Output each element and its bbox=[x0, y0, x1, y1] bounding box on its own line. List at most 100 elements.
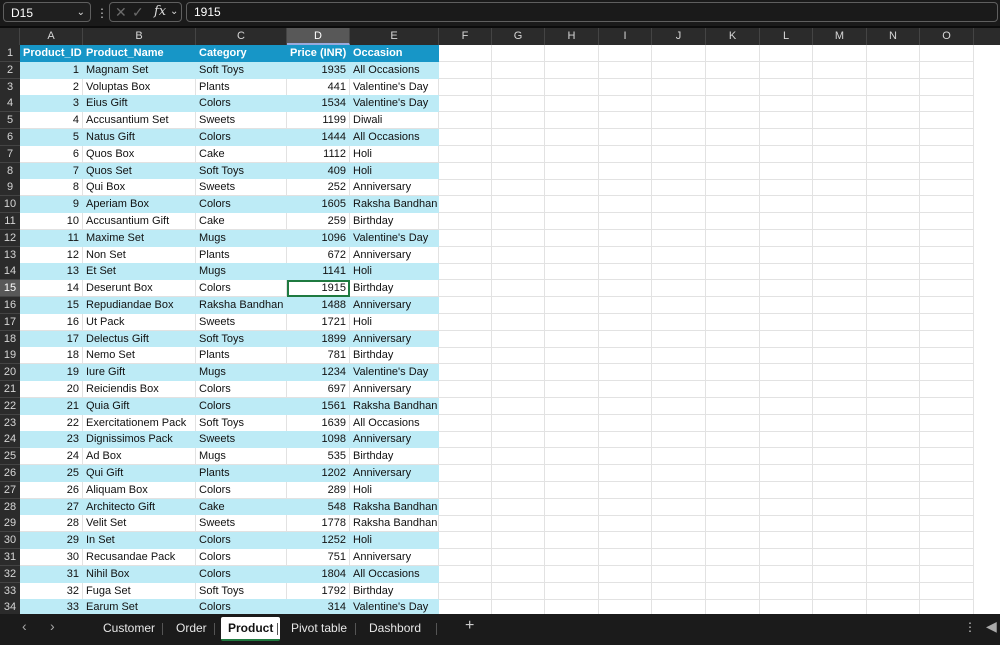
empty-cell[interactable] bbox=[545, 45, 599, 62]
empty-cell[interactable] bbox=[439, 381, 492, 398]
empty-cell[interactable] bbox=[706, 364, 760, 382]
table-cell[interactable]: 16 bbox=[20, 313, 83, 331]
empty-cell[interactable] bbox=[920, 229, 974, 247]
empty-cell[interactable] bbox=[652, 280, 706, 298]
empty-cell[interactable] bbox=[706, 129, 760, 146]
empty-cell[interactable] bbox=[706, 448, 760, 466]
table-cell[interactable]: Ad Box bbox=[83, 448, 196, 466]
table-cell[interactable]: Anniversary bbox=[350, 431, 439, 449]
empty-cell[interactable] bbox=[439, 145, 492, 163]
empty-cell[interactable] bbox=[867, 297, 920, 314]
empty-cell[interactable] bbox=[652, 179, 706, 197]
empty-cell[interactable] bbox=[920, 347, 974, 365]
empty-cell[interactable] bbox=[867, 280, 920, 298]
empty-cell[interactable] bbox=[706, 45, 760, 62]
table-cell[interactable]: 20 bbox=[20, 381, 83, 398]
empty-cell[interactable] bbox=[652, 364, 706, 382]
empty-cell[interactable] bbox=[492, 313, 545, 331]
table-cell[interactable]: Raksha Bandhan bbox=[350, 498, 439, 516]
table-cell[interactable]: 17 bbox=[20, 330, 83, 348]
column-header[interactable]: C bbox=[196, 28, 287, 45]
table-cell[interactable]: 21 bbox=[20, 397, 83, 415]
empty-cell[interactable] bbox=[652, 565, 706, 583]
table-cell[interactable]: Soft Toys bbox=[196, 162, 287, 180]
empty-cell[interactable] bbox=[867, 45, 920, 62]
row-header[interactable]: 6 bbox=[0, 129, 20, 146]
table-cell[interactable]: Anniversary bbox=[350, 179, 439, 197]
table-cell[interactable]: 548 bbox=[287, 498, 350, 516]
table-cell[interactable]: Et Set bbox=[83, 263, 196, 281]
table-cell[interactable]: Valentine's Day bbox=[350, 229, 439, 247]
empty-cell[interactable] bbox=[492, 448, 545, 466]
table-cell[interactable]: 1444 bbox=[287, 129, 350, 146]
table-cell[interactable]: 1639 bbox=[287, 414, 350, 432]
empty-cell[interactable] bbox=[920, 213, 974, 230]
table-cell[interactable]: Nihil Box bbox=[83, 565, 196, 583]
empty-cell[interactable] bbox=[867, 565, 920, 583]
row-header[interactable]: 29 bbox=[0, 515, 20, 533]
table-cell[interactable]: 3 bbox=[20, 95, 83, 113]
empty-cell[interactable] bbox=[492, 364, 545, 382]
empty-cell[interactable] bbox=[920, 61, 974, 79]
empty-cell[interactable] bbox=[599, 364, 652, 382]
empty-cell[interactable] bbox=[439, 95, 492, 113]
table-cell[interactable]: Holi bbox=[350, 313, 439, 331]
empty-cell[interactable] bbox=[813, 78, 867, 96]
empty-cell[interactable] bbox=[706, 297, 760, 314]
column-header[interactable]: F bbox=[439, 28, 492, 45]
table-cell[interactable]: Birthday bbox=[350, 213, 439, 230]
empty-cell[interactable] bbox=[867, 78, 920, 96]
table-cell[interactable]: Repudiandae Box bbox=[83, 297, 196, 314]
row-header[interactable]: 4 bbox=[0, 95, 20, 113]
empty-cell[interactable] bbox=[492, 45, 545, 62]
empty-cell[interactable] bbox=[439, 313, 492, 331]
row-header[interactable]: 8 bbox=[0, 162, 20, 180]
empty-cell[interactable] bbox=[813, 280, 867, 298]
table-cell[interactable]: Architecto Gift bbox=[83, 498, 196, 516]
row-header[interactable]: 10 bbox=[0, 196, 20, 214]
table-cell[interactable]: 1096 bbox=[287, 229, 350, 247]
add-sheet-icon[interactable]: + bbox=[465, 617, 474, 635]
table-cell[interactable]: 1605 bbox=[287, 196, 350, 214]
empty-cell[interactable] bbox=[545, 549, 599, 566]
empty-cell[interactable] bbox=[599, 280, 652, 298]
empty-cell[interactable] bbox=[492, 431, 545, 449]
empty-cell[interactable] bbox=[867, 465, 920, 482]
empty-cell[interactable] bbox=[760, 246, 813, 264]
empty-cell[interactable] bbox=[760, 78, 813, 96]
table-cell[interactable]: Cake bbox=[196, 498, 287, 516]
table-cell[interactable]: Holi bbox=[350, 145, 439, 163]
empty-cell[interactable] bbox=[706, 465, 760, 482]
empty-cell[interactable] bbox=[439, 61, 492, 79]
empty-cell[interactable] bbox=[706, 313, 760, 331]
empty-cell[interactable] bbox=[439, 229, 492, 247]
empty-cell[interactable] bbox=[545, 78, 599, 96]
table-cell[interactable]: 1488 bbox=[287, 297, 350, 314]
empty-cell[interactable] bbox=[492, 465, 545, 482]
table-cell[interactable]: Quos Set bbox=[83, 162, 196, 180]
check-icon[interactable]: ✓ bbox=[132, 3, 144, 21]
empty-cell[interactable] bbox=[813, 179, 867, 197]
empty-cell[interactable] bbox=[867, 129, 920, 146]
column-header[interactable]: O bbox=[920, 28, 974, 45]
table-cell[interactable]: 259 bbox=[287, 213, 350, 230]
table-cell[interactable]: Magnam Set bbox=[83, 61, 196, 79]
empty-cell[interactable] bbox=[867, 179, 920, 197]
table-cell[interactable]: Anniversary bbox=[350, 297, 439, 314]
empty-cell[interactable] bbox=[760, 179, 813, 197]
table-cell[interactable]: Colors bbox=[196, 129, 287, 146]
table-cell[interactable]: Cake bbox=[196, 213, 287, 230]
empty-cell[interactable] bbox=[920, 465, 974, 482]
table-cell[interactable]: 314 bbox=[287, 599, 350, 614]
row-header[interactable]: 15 bbox=[0, 280, 20, 298]
empty-cell[interactable] bbox=[813, 112, 867, 130]
empty-cell[interactable] bbox=[545, 196, 599, 214]
empty-cell[interactable] bbox=[920, 549, 974, 566]
empty-cell[interactable] bbox=[492, 582, 545, 600]
empty-cell[interactable] bbox=[813, 582, 867, 600]
select-all-corner[interactable] bbox=[0, 28, 20, 45]
empty-cell[interactable] bbox=[545, 280, 599, 298]
chevron-down-icon[interactable]: ⌄ bbox=[77, 3, 85, 23]
table-cell[interactable]: Mugs bbox=[196, 448, 287, 466]
empty-cell[interactable] bbox=[760, 431, 813, 449]
